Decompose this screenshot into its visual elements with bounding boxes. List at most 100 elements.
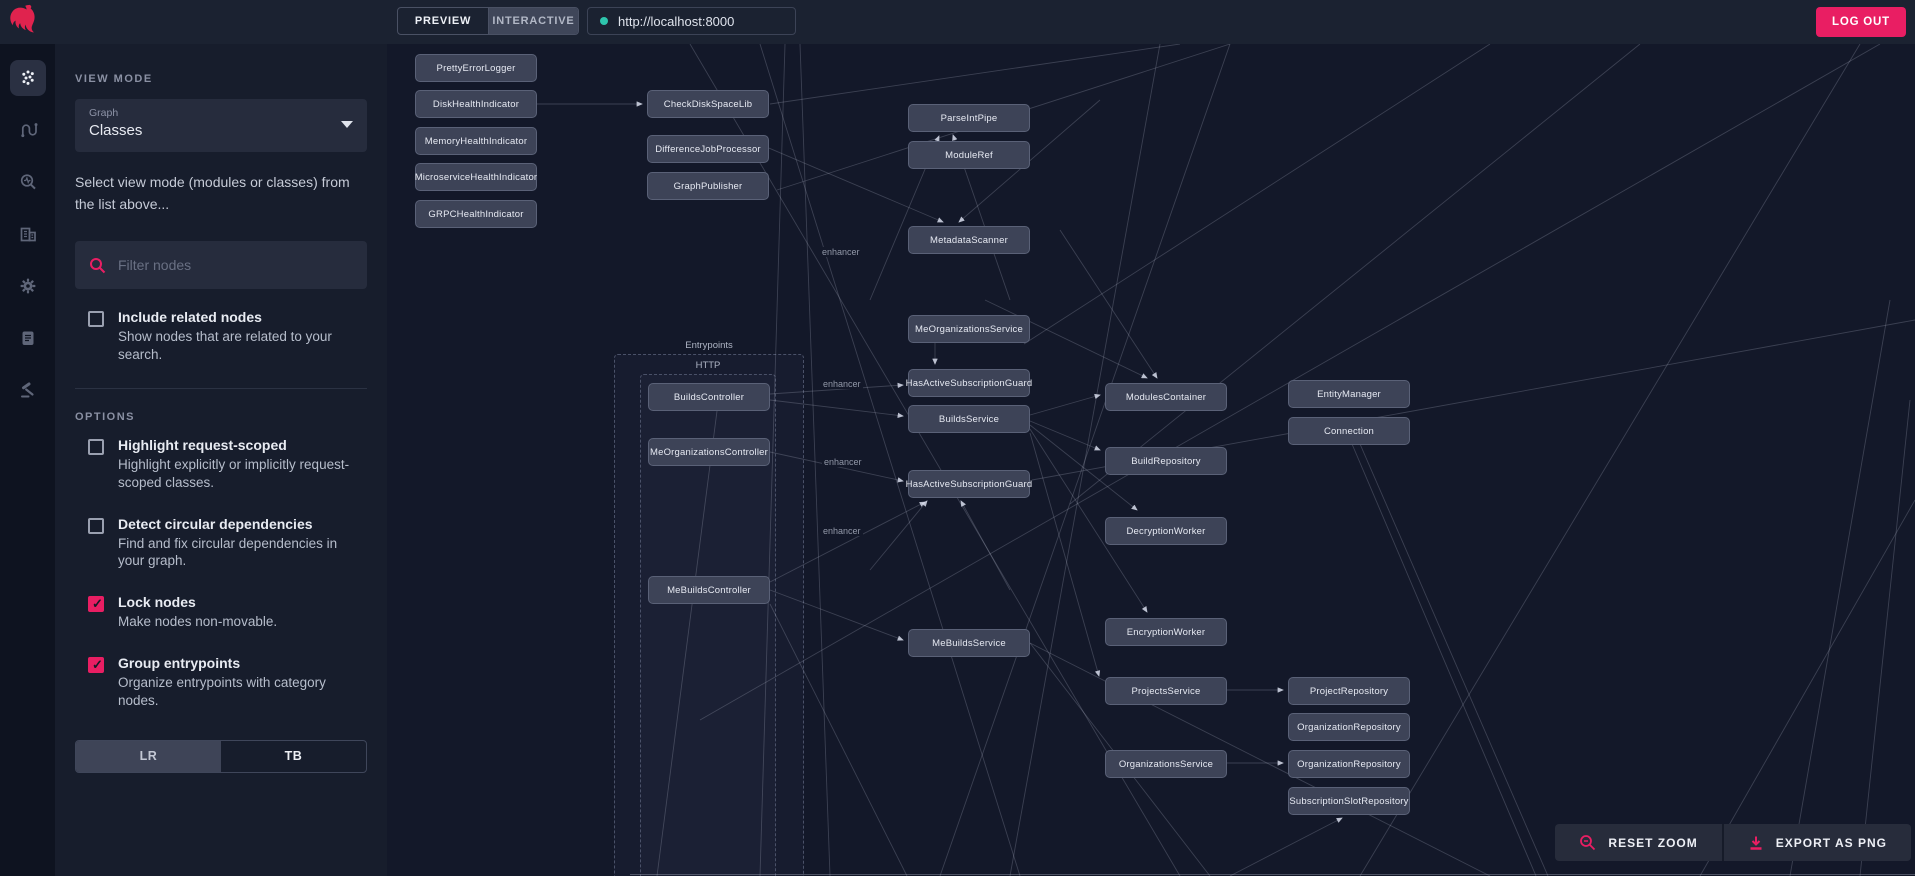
option-group-entrypoints: Group entrypoints Organize entrypoints w… bbox=[75, 655, 367, 710]
graph-node[interactable]: ProjectRepository bbox=[1288, 677, 1410, 705]
graph-node[interactable]: SubscriptionSlotRepository bbox=[1288, 787, 1410, 815]
server-url-field[interactable]: http://localhost:8000 bbox=[587, 7, 796, 35]
view-mode-section-label: VIEW MODE bbox=[75, 73, 153, 85]
document-icon bbox=[22, 331, 33, 345]
dropdown-value: Classes bbox=[89, 122, 143, 139]
rail-item-routes[interactable] bbox=[10, 112, 46, 148]
gavel-icon bbox=[20, 382, 34, 398]
route-icon bbox=[20, 123, 37, 138]
graph-node[interactable]: MeBuildsService bbox=[908, 629, 1030, 657]
option-title: Group entrypoints bbox=[118, 655, 241, 672]
graph-node[interactable]: EntityManager bbox=[1288, 380, 1410, 408]
zoom-reset-icon bbox=[1580, 835, 1596, 851]
graph-node[interactable]: MicroserviceHealthIndicator bbox=[415, 163, 537, 191]
sidebar-divider bbox=[75, 388, 367, 389]
topbar: PREVIEW INTERACTIVE http://localhost:800… bbox=[0, 0, 1915, 44]
graph-node[interactable]: OrganizationRepository bbox=[1288, 713, 1410, 741]
option-highlight-request-scoped: Highlight request-scoped Highlight expli… bbox=[75, 437, 367, 492]
option-description: Show nodes that are related to your sear… bbox=[118, 329, 332, 363]
search-pulse-icon bbox=[20, 174, 36, 190]
graph-node[interactable]: Connection bbox=[1288, 417, 1410, 445]
group-entrypoints-checkbox[interactable] bbox=[88, 657, 104, 674]
rail-item-settings[interactable] bbox=[10, 268, 46, 304]
tab-interactive[interactable]: INTERACTIVE bbox=[488, 8, 578, 34]
graph-node[interactable]: MemoryHealthIndicator bbox=[415, 127, 537, 155]
layout-direction-toggle: LR TB bbox=[75, 739, 367, 773]
graph-node[interactable]: EncryptionWorker bbox=[1105, 618, 1227, 646]
graph-node[interactable]: GRPCHealthIndicator bbox=[415, 200, 537, 228]
graph-node[interactable]: BuildsController bbox=[648, 383, 770, 411]
sidebar: VIEW MODE Graph Classes Select view mode… bbox=[55, 44, 387, 876]
zoom-controls: RESET ZOOM EXPORT AS PNG bbox=[1555, 824, 1911, 861]
chevron-down-icon bbox=[341, 121, 353, 128]
option-title: Lock nodes bbox=[118, 594, 196, 611]
canvas-bottom-edge bbox=[630, 874, 1915, 875]
graph-node[interactable]: DifferenceJobProcessor bbox=[647, 135, 769, 163]
options-section-label: OPTIONS bbox=[75, 411, 136, 423]
direction-tb-button[interactable]: TB bbox=[221, 741, 366, 772]
nestjs-logo-icon bbox=[10, 4, 35, 33]
organization-icon bbox=[20, 227, 36, 242]
edge-label: enhancer bbox=[821, 526, 863, 536]
export-png-label: EXPORT AS PNG bbox=[1775, 835, 1887, 850]
option-title: Include related nodes bbox=[118, 309, 262, 326]
option-description: Organize entrypoints with category nodes… bbox=[118, 675, 326, 708]
edge-label: enhancer bbox=[821, 379, 863, 389]
server-url: http://localhost:8000 bbox=[618, 13, 735, 29]
graph-node[interactable]: PrettyErrorLogger bbox=[415, 54, 537, 82]
graph-mode-select[interactable]: Graph Classes bbox=[75, 99, 367, 152]
filter-nodes-box bbox=[75, 241, 367, 290]
graph-node[interactable]: MetadataScanner bbox=[908, 226, 1030, 254]
rail-item-docs[interactable] bbox=[10, 320, 46, 356]
rail-item-organizations[interactable] bbox=[10, 216, 46, 252]
graph-node[interactable]: MeOrganizationsController bbox=[648, 438, 770, 466]
direction-lr-button[interactable]: LR bbox=[76, 740, 221, 772]
icon-rail bbox=[0, 44, 55, 876]
rail-item-legal[interactable] bbox=[10, 372, 46, 408]
tab-preview[interactable]: PREVIEW bbox=[398, 8, 488, 34]
graph-node[interactable]: CheckDiskSpaceLib bbox=[647, 90, 769, 118]
graph-node[interactable]: DecryptionWorker bbox=[1105, 517, 1227, 545]
rail-item-inspect[interactable] bbox=[10, 164, 46, 200]
dropdown-label: Graph bbox=[89, 107, 119, 119]
logout-button[interactable]: LOG OUT bbox=[1816, 7, 1906, 37]
option-title: Highlight request-scoped bbox=[118, 437, 287, 453]
option-description: Highlight explicitly or implicitly reque… bbox=[118, 457, 350, 490]
edge-label: enhancer bbox=[820, 247, 862, 257]
highlight-request-scoped-checkbox[interactable] bbox=[88, 439, 104, 455]
graph-node[interactable]: OrganizationsService bbox=[1105, 750, 1227, 778]
graph-node[interactable]: GraphPublisher bbox=[647, 172, 769, 200]
option-description: Make nodes non-movable. bbox=[118, 614, 278, 630]
export-png-button[interactable]: EXPORT AS PNG bbox=[1721, 824, 1911, 861]
include-related-checkbox[interactable] bbox=[88, 311, 104, 328]
option-lock-nodes: Lock nodes Make nodes non-movable. bbox=[75, 594, 367, 631]
preview-mode-tabs: PREVIEW INTERACTIVE bbox=[397, 7, 579, 35]
reset-zoom-button[interactable]: RESET ZOOM bbox=[1555, 824, 1721, 861]
view-mode-description: Select view mode (modules or classes) fr… bbox=[75, 174, 350, 212]
graph-node[interactable]: MeBuildsController bbox=[648, 576, 770, 604]
graph-node[interactable]: MeOrganizationsService bbox=[908, 315, 1030, 343]
download-icon bbox=[1750, 836, 1762, 850]
graph-node[interactable]: HasActiveSubscriptionGuard bbox=[906, 470, 1032, 498]
graph-node[interactable]: ProjectsService bbox=[1105, 677, 1227, 705]
edge-label: enhancer bbox=[822, 457, 864, 467]
graph-node[interactable]: DiskHealthIndicator bbox=[415, 90, 537, 118]
reset-zoom-label: RESET ZOOM bbox=[1608, 835, 1698, 850]
graph-node[interactable]: BuildRepository bbox=[1105, 447, 1227, 475]
detect-circular-checkbox[interactable] bbox=[88, 517, 104, 534]
graph-node[interactable]: ModulesContainer bbox=[1105, 383, 1227, 411]
graph-node[interactable]: BuildsService bbox=[908, 405, 1030, 433]
graph-canvas[interactable]: Entrypoints HTTP enhancer enhancer enhancer… bbox=[387, 44, 1915, 876]
graph-node[interactable]: ParseIntPipe bbox=[908, 104, 1030, 132]
include-related-row: Include related nodes Show nodes that ar… bbox=[75, 309, 367, 364]
option-detect-circular: Detect circular dependencies Find and fi… bbox=[75, 516, 367, 571]
status-dot bbox=[600, 17, 608, 25]
filter-nodes-input[interactable] bbox=[118, 257, 348, 274]
lock-nodes-checkbox[interactable] bbox=[88, 596, 104, 613]
graph-node[interactable]: OrganizationRepository bbox=[1288, 750, 1410, 778]
graph-node[interactable]: HasActiveSubscriptionGuard bbox=[906, 369, 1032, 397]
search-icon bbox=[90, 257, 106, 274]
graph-node[interactable]: ModuleRef bbox=[908, 141, 1030, 169]
graph-nodes-icon bbox=[21, 70, 34, 85]
rail-item-graph[interactable] bbox=[9, 60, 46, 96]
